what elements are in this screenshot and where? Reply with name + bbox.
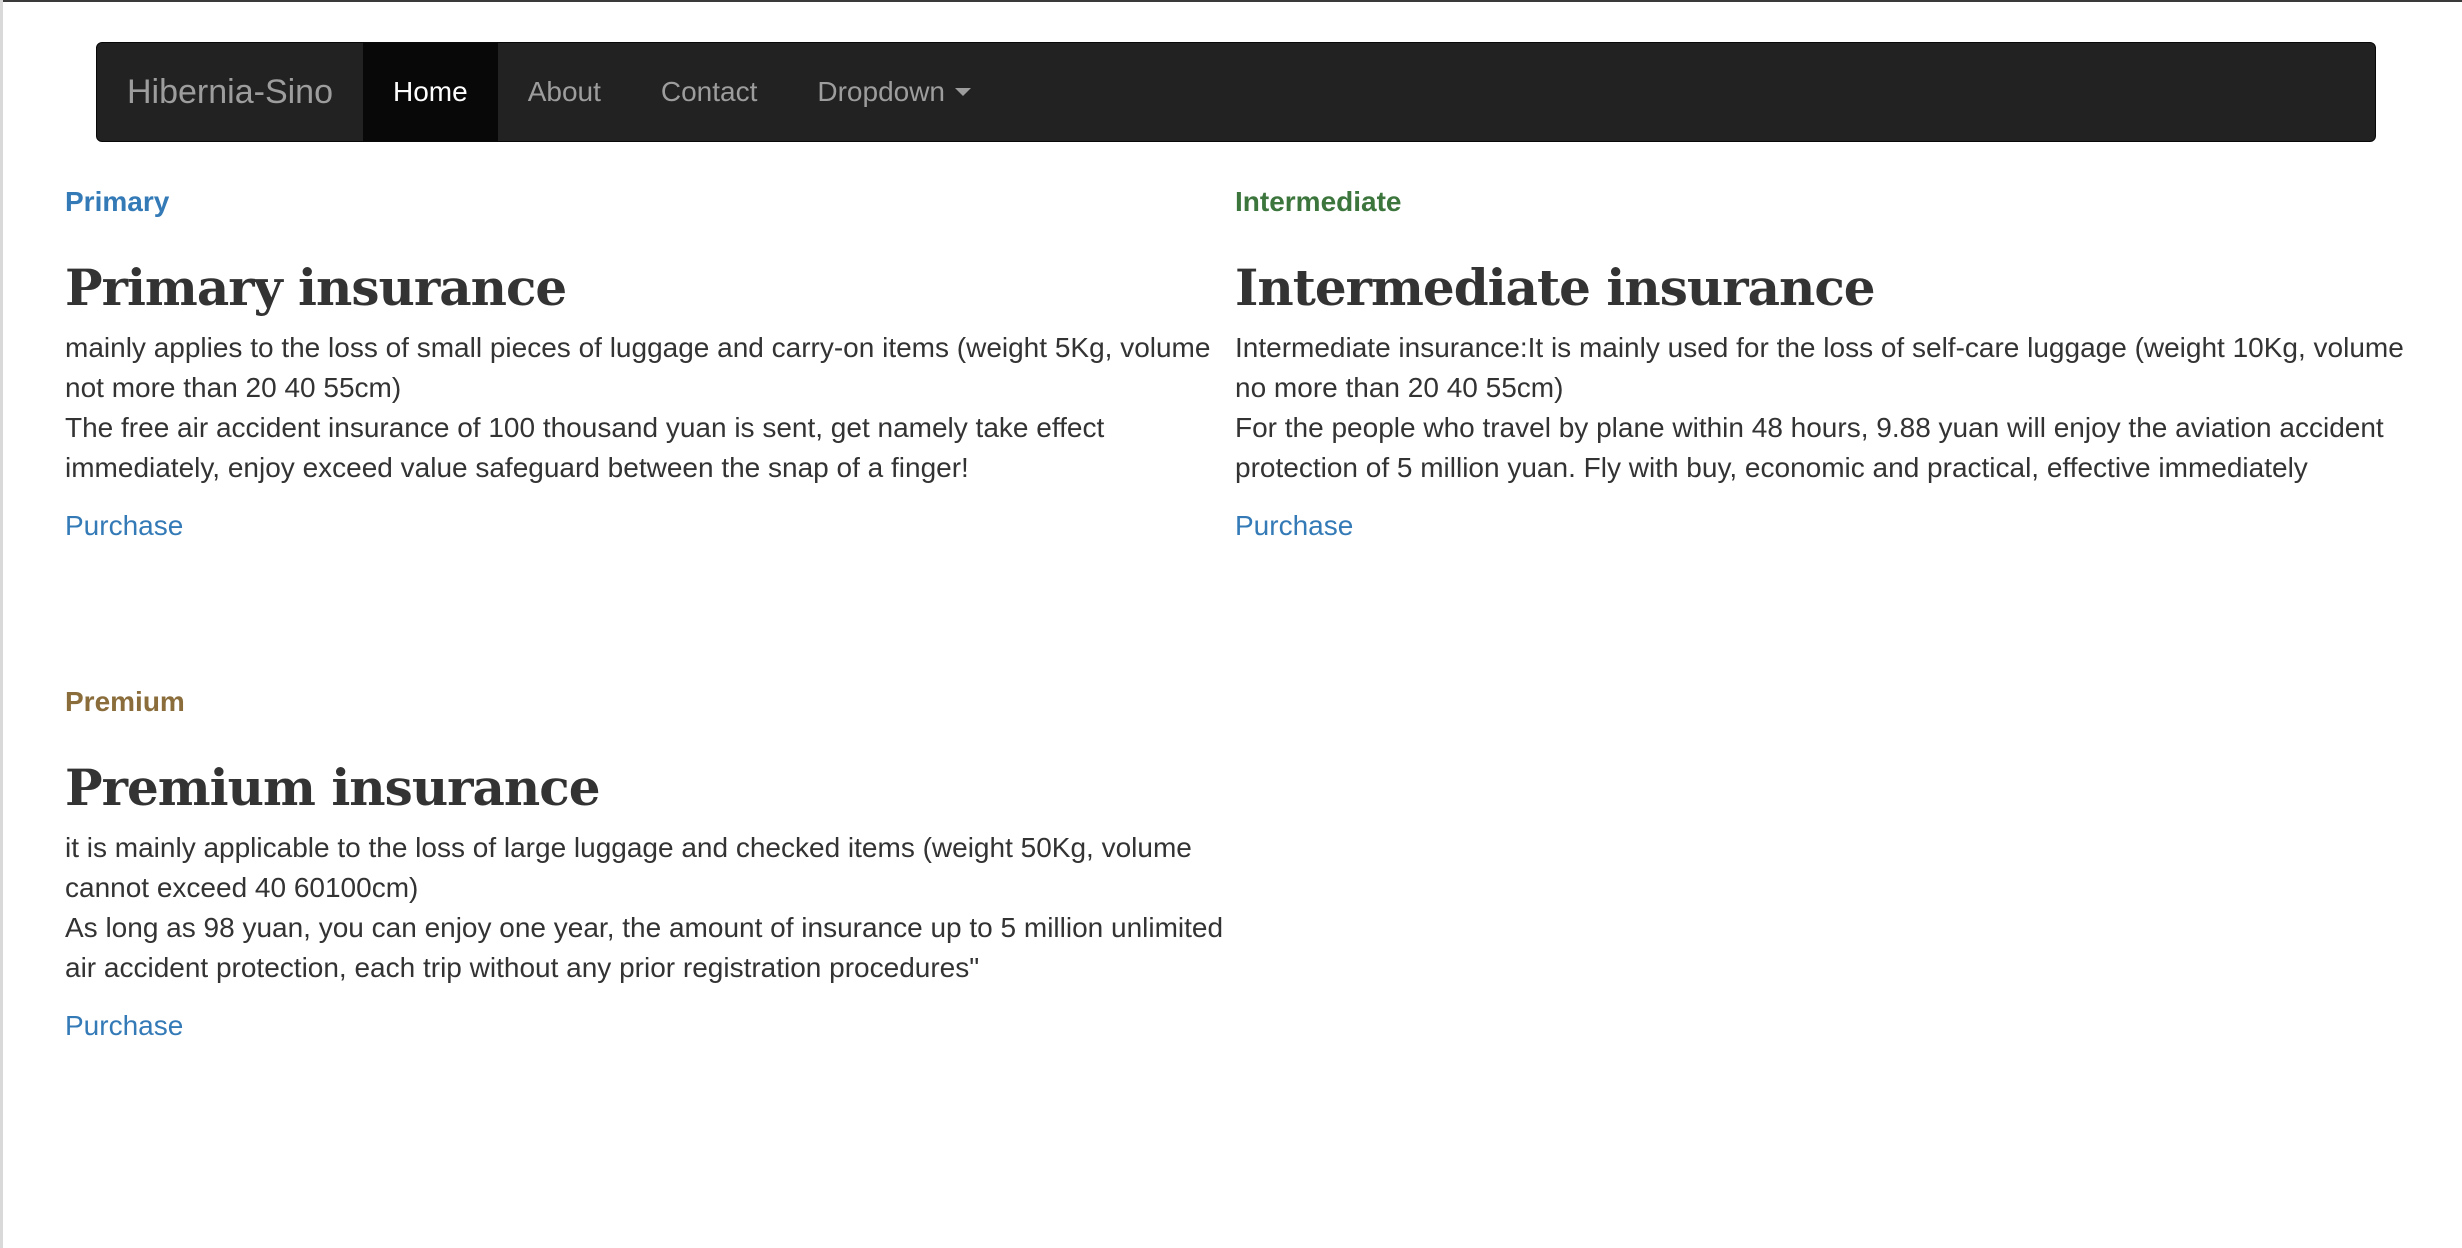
window-left-border: [0, 0, 3, 1248]
nav-item-dropdown[interactable]: Dropdown: [787, 43, 1001, 141]
card-title: Intermediate insurance: [1235, 258, 1876, 317]
purchase-link[interactable]: Purchase: [65, 1010, 183, 1042]
card-description: Intermediate insurance:It is mainly used…: [1235, 332, 2404, 403]
card-intermediate: Intermediate Intermediate insurance Inte…: [1235, 186, 2405, 542]
card-description-extra: As long as 98 yuan, you can enjoy one ye…: [65, 912, 1224, 983]
card-primary: Primary Primary insurance mainly applies…: [65, 186, 1235, 542]
card-title: Primary insurance: [65, 258, 567, 317]
navbar: Hibernia-Sino Home About Contact Dropdow…: [96, 42, 2376, 142]
navbar-brand[interactable]: Hibernia-Sino: [97, 43, 363, 141]
card-badge: Premium: [65, 686, 185, 717]
nav-item-home[interactable]: Home: [363, 43, 498, 141]
card-description-extra: For the people who travel by plane withi…: [1235, 412, 2384, 483]
nav-item-contact[interactable]: Contact: [631, 43, 788, 141]
caret-down-icon: [955, 88, 972, 96]
card-badge: Intermediate: [1235, 186, 1402, 217]
card-title: Premium insurance: [65, 758, 601, 817]
purchase-link[interactable]: Purchase: [65, 510, 183, 542]
window-top-border: [0, 0, 2462, 2]
card-description: mainly applies to the loss of small piec…: [65, 332, 1211, 403]
nav-item-dropdown-label: Dropdown: [817, 76, 946, 107]
purchase-link[interactable]: Purchase: [1235, 510, 1353, 542]
card-description: it is mainly applicable to the loss of l…: [65, 832, 1192, 903]
card-description-extra: The free air accident insurance of 100 t…: [65, 412, 1105, 483]
card-badge: Primary: [65, 186, 170, 217]
card-premium: Premium Premium insurance it is mainly a…: [65, 686, 1235, 1042]
nav-item-about[interactable]: About: [498, 43, 631, 141]
